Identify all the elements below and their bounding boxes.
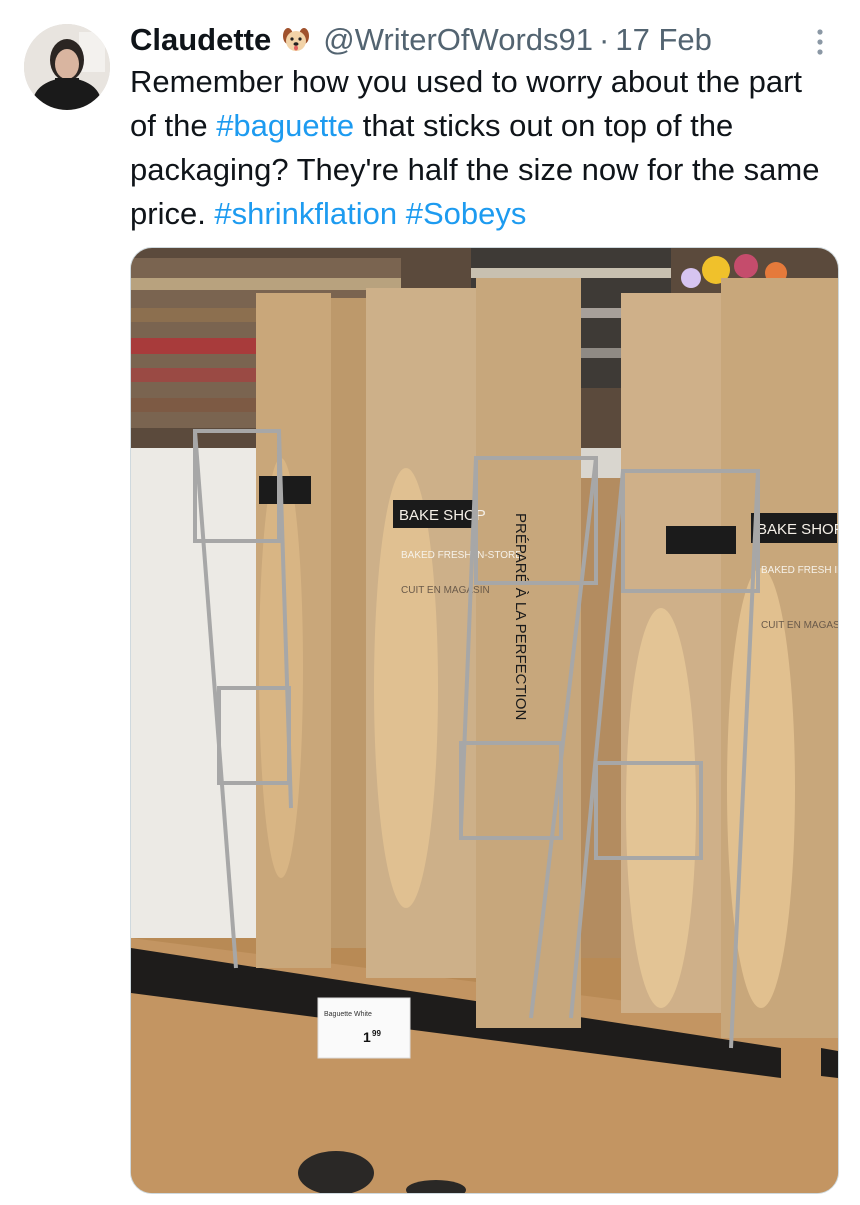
- tweet-photo[interactable]: BAKE SHOP BAKE SHOP BAKED FRESH IN-STORE…: [130, 247, 839, 1194]
- hashtag-link[interactable]: #baguette: [216, 108, 354, 143]
- price-label: Baguette White: [324, 1011, 372, 1018]
- bag-text-fr: CUIT EN MAGASIN: [761, 620, 838, 631]
- hashtag-link[interactable]: #Sobeys: [406, 196, 527, 231]
- baguette-display-photo: BAKE SHOP BAKE SHOP BAKED FRESH IN-STORE…: [131, 248, 838, 1193]
- dog-face-icon: [281, 25, 311, 55]
- price-value: 1: [363, 1029, 371, 1045]
- price-cents: 99: [372, 1029, 381, 1038]
- price-tag: Baguette White 1 99: [317, 997, 411, 1059]
- display-name[interactable]: Claudette: [130, 22, 271, 58]
- handle[interactable]: @WriterOfWords91: [323, 22, 593, 58]
- tweet-text: Remember how you used to worry about the…: [130, 60, 830, 236]
- bag-text: BAKED FRESH IN-STORE: [401, 550, 522, 561]
- separator-dot: ·: [599, 22, 610, 57]
- bag-text-fr: CUIT EN MAGASIN: [401, 585, 490, 596]
- tweet-header: Claudette @WriterOfWords91 · 17 Feb: [130, 20, 712, 60]
- avatar-photo: [24, 24, 110, 110]
- more-vertical-icon[interactable]: [808, 24, 832, 60]
- tweet-card[interactable]: Claudette @WriterOfWords91 · 17 Feb Reme…: [0, 0, 860, 1205]
- bake-shop-label: BAKE SHOP: [757, 521, 838, 538]
- hashtag-link[interactable]: #shrinkflation: [214, 196, 397, 231]
- avatar[interactable]: [24, 24, 110, 110]
- vertical-bag-text: PRÉPARÉ À LA PERFECTION: [512, 513, 529, 720]
- tweet-text-space: [397, 196, 406, 231]
- timestamp[interactable]: 17 Feb: [615, 22, 712, 58]
- dark-disc: [298, 1151, 374, 1193]
- bag-text: BAKED FRESH IN-STORE: [761, 565, 838, 576]
